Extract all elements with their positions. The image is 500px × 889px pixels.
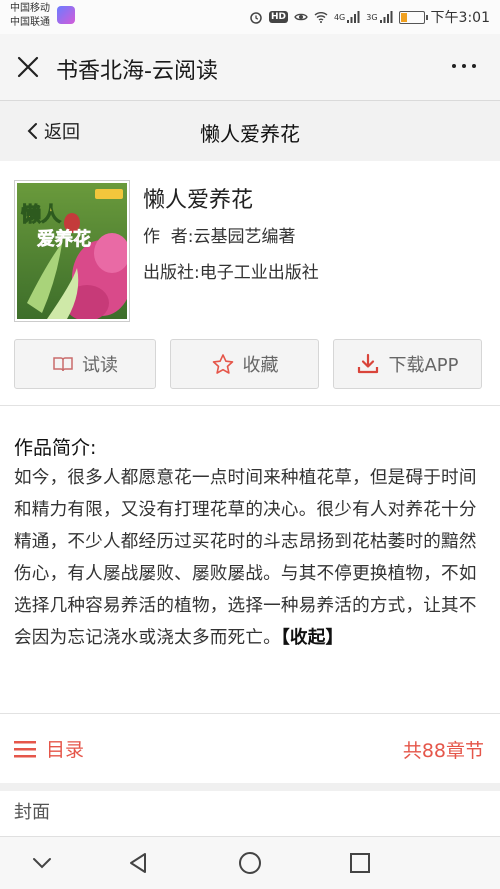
intro-text: 如今，很多人都愿意花一点时间来种植花草，但是碍于时间和精力有限，又没有打理花草的… xyxy=(14,468,477,648)
read-button[interactable]: 试读 xyxy=(14,339,156,389)
book-cover-image: 懒人 爱养花 xyxy=(17,183,132,321)
chevron-down-icon xyxy=(33,858,51,869)
nav-collapse-button[interactable] xyxy=(28,849,56,877)
intro-text-block: 如今，很多人都愿意花一点时间来种植花草，但是碍于时间和精力有限，又没有打理花草的… xyxy=(14,462,490,654)
collapse-link[interactable]: 【收起】 xyxy=(281,628,343,648)
cover-section-label[interactable]: 封面 xyxy=(14,798,50,824)
status-icons: HD 4G 3G 下午3:01 xyxy=(249,7,490,27)
book-publisher: 出版社:电子工业出版社 xyxy=(143,263,319,283)
favorite-button[interactable]: 收藏 xyxy=(170,339,319,389)
status-bar: 中国移动 中国联通 HD 4G 3G 下午3:01 xyxy=(0,0,500,34)
divider xyxy=(0,713,500,714)
circle-home-icon xyxy=(239,852,261,874)
book-title: 懒人爱养花 xyxy=(143,188,254,213)
wifi-icon xyxy=(314,12,328,23)
read-label: 试读 xyxy=(82,355,118,376)
book-icon xyxy=(53,357,73,372)
chapter-count: 共88章节 xyxy=(402,740,484,762)
nav-home-button[interactable] xyxy=(236,849,264,877)
toc-left: 目录 xyxy=(14,735,84,762)
system-navigation-bar xyxy=(0,836,500,889)
more-options-icon[interactable] xyxy=(452,64,476,68)
back-label: 返回 xyxy=(44,122,80,143)
favorite-label: 收藏 xyxy=(242,355,279,376)
cover-title-1: 懒人 xyxy=(21,202,62,226)
list-icon xyxy=(14,740,36,757)
book-author: 作 者:云基园艺编著 xyxy=(143,227,296,247)
chevron-left-icon xyxy=(27,123,37,139)
signal-label-2: 3G xyxy=(366,12,378,22)
signal-icon-2 xyxy=(379,11,393,23)
battery-icon xyxy=(398,10,428,24)
nav-recents-button[interactable] xyxy=(346,849,374,877)
section-separator xyxy=(0,783,500,791)
clock: 下午3:01 xyxy=(430,10,490,26)
star-icon xyxy=(212,354,233,374)
cover-title-2: 爱养花 xyxy=(37,228,91,250)
app-title: 书香北海-云阅读 xyxy=(56,59,218,84)
toc-label: 目录 xyxy=(46,739,85,761)
eye-icon xyxy=(294,13,308,21)
triangle-back-icon xyxy=(130,853,146,873)
download-icon xyxy=(358,353,379,374)
app-bar: 书香北海-云阅读 xyxy=(0,34,500,101)
page-header: 懒人爱养花 返回 xyxy=(0,101,500,161)
signal-label-1: 4G xyxy=(333,12,346,22)
download-label: 下载APP xyxy=(388,355,459,376)
square-recents-icon xyxy=(350,853,370,873)
table-of-contents-row[interactable]: 目录 共88章节 xyxy=(0,715,500,783)
hd-icon: HD xyxy=(268,11,288,23)
back-button[interactable]: 返回 xyxy=(26,118,80,144)
divider xyxy=(0,405,500,406)
close-icon[interactable] xyxy=(16,55,40,79)
notification-app-icon xyxy=(57,6,75,24)
alarm-icon xyxy=(250,12,262,24)
nav-back-button[interactable] xyxy=(124,849,152,877)
carrier-2: 中国联通 xyxy=(10,17,50,28)
carrier-1: 中国移动 xyxy=(10,3,50,14)
carrier-info: 中国移动 中国联通 xyxy=(10,2,50,30)
download-app-button[interactable]: 下载APP xyxy=(333,339,482,389)
book-cover[interactable]: 懒人 爱养花 xyxy=(14,180,132,322)
intro-label: 作品简介: xyxy=(14,437,97,459)
signal-icon xyxy=(347,11,360,23)
